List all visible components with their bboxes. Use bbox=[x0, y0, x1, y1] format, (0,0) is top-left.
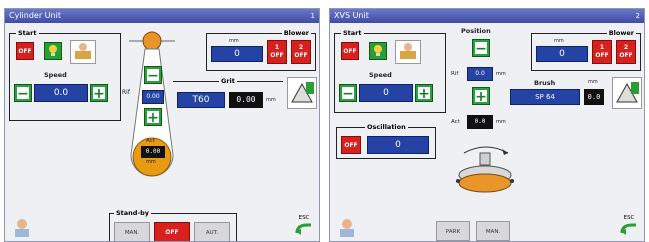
blower-1-number: 1 bbox=[599, 44, 605, 51]
return-arrow-icon bbox=[620, 223, 636, 235]
start-off-button[interactable]: OFF bbox=[16, 42, 34, 60]
speed-value: 0.0 bbox=[34, 84, 88, 102]
standby-label: Stand-by bbox=[114, 208, 152, 218]
esc-button[interactable]: ESC bbox=[618, 215, 640, 239]
panel-number: 2 bbox=[635, 12, 640, 20]
operator-avatar-icon[interactable] bbox=[11, 217, 33, 239]
return-arrow-icon bbox=[295, 223, 311, 235]
brush-number: 0.0 bbox=[584, 89, 604, 105]
blower-unit: mm bbox=[554, 38, 564, 44]
blower-2-button[interactable]: 2 OFF bbox=[291, 40, 311, 64]
start-speed-group: Start OFF Speed − 0 + bbox=[334, 28, 446, 113]
speed-minus-button[interactable]: − bbox=[14, 84, 32, 102]
brush-label: Brush bbox=[534, 79, 556, 87]
blower-label: Blower bbox=[606, 28, 636, 38]
panel-titlebar: Cylinder Unit 1 bbox=[5, 9, 319, 23]
man-button[interactable]: MAN. bbox=[114, 222, 150, 241]
standby-off-button[interactable]: OFF bbox=[154, 222, 190, 241]
blower-1-button[interactable]: 1 OFF bbox=[267, 40, 287, 64]
operator-avatar-icon[interactable] bbox=[336, 217, 358, 239]
panel-titlebar: XVS Unit 2 bbox=[330, 9, 644, 23]
act-label: Act bbox=[146, 138, 155, 144]
start-label: Start bbox=[341, 28, 364, 38]
speed-plus-button[interactable]: + bbox=[90, 84, 108, 102]
act-unit: mm bbox=[146, 159, 156, 165]
blower-1-state: OFF bbox=[270, 52, 284, 59]
brush-tool-icon[interactable] bbox=[612, 77, 642, 109]
operator-icon[interactable] bbox=[395, 40, 421, 64]
rif-value: 0.0 bbox=[467, 67, 493, 81]
grinder-icon[interactable] bbox=[287, 77, 317, 109]
panel-title: XVS Unit bbox=[334, 11, 369, 20]
rif-label: Rif bbox=[451, 71, 459, 77]
start-label: Start bbox=[16, 28, 39, 38]
position-label: Position bbox=[461, 27, 491, 35]
blower-1-button[interactable]: 1 OFF bbox=[592, 40, 612, 64]
standby-group: Stand-by MAN. OFF AUT. bbox=[109, 208, 237, 241]
act-value: 0.00 bbox=[141, 146, 165, 158]
speed-value: 0 bbox=[359, 84, 413, 102]
grit-unit: mm bbox=[266, 97, 276, 103]
speed-label: Speed bbox=[369, 71, 392, 79]
blower-group: Blower mm 0 1 OFF 2 OFF bbox=[206, 28, 316, 71]
aut-button[interactable]: AUT. bbox=[194, 222, 230, 241]
start-speed-group: Start OFF Speed − 0.0 + bbox=[9, 28, 121, 121]
act-label: Act bbox=[451, 119, 460, 125]
position-plus-button[interactable]: + bbox=[472, 87, 490, 105]
brush-unit: mm bbox=[588, 79, 598, 85]
rif-value: 0.00 bbox=[142, 90, 164, 104]
blower-2-state: OFF bbox=[619, 52, 633, 59]
speed-plus-button[interactable]: + bbox=[415, 84, 433, 102]
panel-number: 1 bbox=[310, 12, 315, 20]
cylinder-unit-panel: Cylinder Unit 1 Start OFF Speed − 0.0 + … bbox=[4, 8, 320, 242]
start-off-button[interactable]: OFF bbox=[341, 42, 359, 60]
act-value: 0.0 bbox=[467, 115, 493, 129]
blower-group: Blower mm 0 1 OFF 2 OFF bbox=[531, 28, 641, 71]
start-on-button[interactable] bbox=[369, 42, 387, 60]
act-unit: mm bbox=[496, 119, 506, 125]
grit-group: Grit T60 0.00 mm bbox=[173, 76, 283, 111]
blower-label: Blower bbox=[281, 28, 311, 38]
blower-2-button[interactable]: 2 OFF bbox=[616, 40, 636, 64]
blower-2-number: 2 bbox=[298, 44, 304, 51]
grit-value: T60 bbox=[177, 92, 225, 108]
esc-button[interactable]: ESC bbox=[293, 215, 315, 239]
blower-2-number: 2 bbox=[623, 44, 629, 51]
panel-title: Cylinder Unit bbox=[9, 11, 61, 20]
park-button[interactable]: PARK bbox=[436, 221, 470, 241]
grit-label: Grit bbox=[219, 76, 237, 86]
blower-1-state: OFF bbox=[595, 52, 609, 59]
blower-1-number: 1 bbox=[274, 44, 280, 51]
oscillation-off-button[interactable]: OFF bbox=[341, 136, 361, 154]
position-plus-button[interactable]: + bbox=[144, 108, 162, 126]
lamp-icon bbox=[374, 45, 382, 56]
speed-label: Speed bbox=[44, 71, 67, 79]
man-button[interactable]: MAN. bbox=[476, 221, 510, 241]
operator-icon[interactable] bbox=[70, 40, 96, 64]
position-minus-button[interactable]: − bbox=[472, 39, 490, 57]
position-minus-button[interactable]: − bbox=[144, 66, 162, 84]
lamp-icon bbox=[49, 45, 57, 56]
start-on-button[interactable] bbox=[44, 42, 62, 60]
oscillation-group: Oscillation OFF 0 bbox=[336, 122, 436, 159]
brush-value: SP 64 bbox=[510, 89, 580, 105]
blower-unit: mm bbox=[229, 38, 239, 44]
oscillation-value: 0 bbox=[367, 136, 429, 154]
blower-value: 0 bbox=[211, 46, 263, 62]
grit-number: 0.00 bbox=[229, 92, 263, 108]
blower-value: 0 bbox=[536, 46, 588, 62]
speed-minus-button[interactable]: − bbox=[339, 84, 357, 102]
blower-2-state: OFF bbox=[294, 52, 308, 59]
oscillation-label: Oscillation bbox=[365, 122, 408, 132]
rif-unit: mm bbox=[496, 71, 506, 77]
brush-disc-graphic bbox=[450, 139, 520, 199]
xvs-unit-panel: XVS Unit 2 Start OFF Speed − 0 + Positio… bbox=[329, 8, 645, 242]
